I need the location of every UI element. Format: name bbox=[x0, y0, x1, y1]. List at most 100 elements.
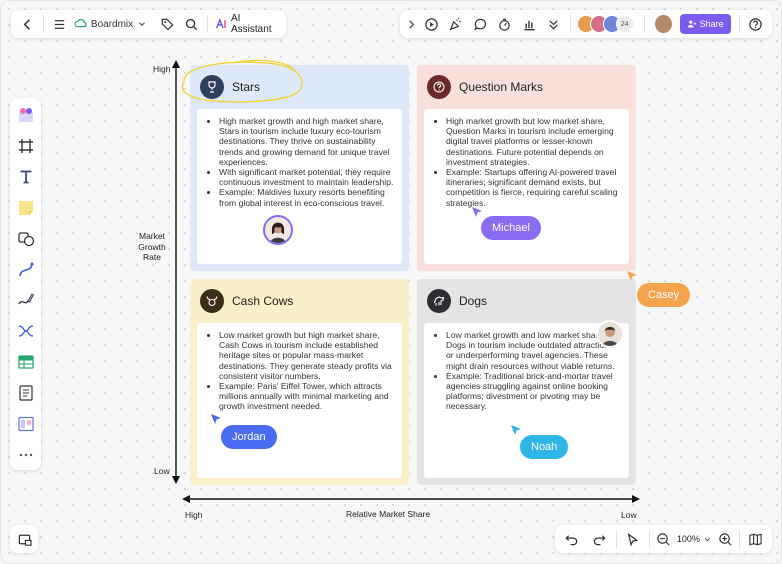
top-left-toolbar: Boardmix AI Assistant bbox=[11, 10, 286, 38]
collapse-chevron-icon[interactable] bbox=[404, 11, 419, 37]
list-item: Example: Maldives luxury resorts benefit… bbox=[219, 187, 394, 207]
pen-icon[interactable] bbox=[13, 288, 39, 313]
list-item: Example: Paris' Eiffel Tower, which attr… bbox=[219, 381, 394, 412]
cursor-label-michael: Michael bbox=[481, 216, 541, 240]
minimap-icon[interactable] bbox=[11, 526, 37, 552]
table-icon[interactable] bbox=[13, 350, 39, 375]
connector-icon[interactable] bbox=[13, 257, 39, 282]
quadrant-text-card[interactable]: Low market growth but high market share,… bbox=[197, 323, 402, 478]
quadrant-text-card[interactable]: High market growth but low market share,… bbox=[424, 109, 629, 264]
more-icon[interactable] bbox=[13, 442, 39, 467]
help-icon[interactable] bbox=[743, 11, 767, 37]
x-axis-low-label: Low bbox=[621, 510, 637, 520]
jordan-cursor-icon bbox=[211, 414, 221, 424]
back-chevron-icon[interactable] bbox=[15, 11, 39, 37]
quadrant-header: Dogs bbox=[427, 289, 487, 313]
list-item: Example: Startups offering AI-powered tr… bbox=[446, 167, 621, 208]
dog-icon bbox=[427, 289, 451, 313]
list-item: With significant market potential, they … bbox=[219, 167, 394, 187]
brand-switcher[interactable]: Boardmix bbox=[74, 11, 147, 37]
y-axis-arrow bbox=[172, 60, 180, 484]
top-right-toolbar: 24 Share bbox=[400, 10, 772, 38]
casey-cursor-icon bbox=[627, 271, 637, 281]
y-axis-title-line: Rate bbox=[143, 252, 161, 262]
chevron-down-icon bbox=[139, 22, 146, 26]
divider bbox=[615, 530, 617, 548]
frame-icon[interactable] bbox=[13, 134, 39, 159]
collaborator-avatars[interactable]: 24 bbox=[576, 15, 634, 33]
kanban-icon[interactable] bbox=[13, 411, 39, 436]
timer-icon[interactable] bbox=[492, 11, 516, 37]
celebrate-icon[interactable] bbox=[444, 11, 468, 37]
list-item: High market growth but low market share,… bbox=[446, 116, 621, 167]
document-icon[interactable] bbox=[13, 380, 39, 405]
divider bbox=[738, 530, 740, 548]
divider bbox=[738, 15, 740, 33]
bottom-right-toolbar: 100% bbox=[555, 525, 772, 553]
text-icon[interactable] bbox=[13, 165, 39, 190]
quadrant-header: Cash Cows bbox=[200, 289, 293, 313]
avatar[interactable] bbox=[654, 15, 672, 33]
x-axis-arrow bbox=[182, 495, 640, 503]
quadrant-text-card[interactable]: High market growth and high market share… bbox=[197, 109, 402, 264]
comment-icon[interactable] bbox=[468, 11, 492, 37]
map-icon[interactable] bbox=[744, 526, 768, 552]
cursor-label-casey: Casey bbox=[637, 283, 691, 307]
quadrant-question-marks[interactable]: Question Marks High market growth but lo… bbox=[417, 65, 636, 271]
ai-assistant-button[interactable]: AI Assistant bbox=[212, 11, 282, 37]
ai-logo-icon bbox=[216, 18, 226, 29]
sticky-note-icon[interactable] bbox=[13, 195, 39, 220]
question-icon bbox=[427, 75, 451, 99]
list-item: Low market growth but high market share,… bbox=[219, 330, 394, 381]
y-axis-high-label: High bbox=[153, 64, 171, 74]
cursor-label-noah: Noah bbox=[520, 435, 569, 459]
zoom-level[interactable]: 100% bbox=[677, 534, 712, 544]
mind-map-icon[interactable] bbox=[13, 319, 39, 344]
shape-icon[interactable] bbox=[13, 226, 39, 251]
divider bbox=[643, 15, 645, 33]
collaborator-count: 24 bbox=[615, 15, 634, 33]
ai-assistant-label: AI Assistant bbox=[230, 13, 272, 35]
tag-icon[interactable] bbox=[155, 11, 179, 37]
avatar[interactable] bbox=[596, 320, 624, 348]
x-axis-high-label: High bbox=[185, 510, 203, 520]
highlight-ellipse bbox=[181, 59, 303, 103]
zoom-in-icon[interactable] bbox=[716, 526, 735, 552]
undo-icon[interactable] bbox=[559, 526, 583, 552]
add-user-icon bbox=[687, 20, 696, 28]
divider bbox=[43, 15, 44, 33]
noah-cursor-icon bbox=[511, 425, 521, 435]
x-axis-title: Relative Market Share bbox=[346, 509, 431, 519]
zoom-value: 100% bbox=[676, 534, 700, 544]
list-item: Low market growth and low market share, … bbox=[446, 330, 621, 371]
share-button[interactable]: Share bbox=[679, 14, 731, 34]
expand-more-icon[interactable] bbox=[541, 11, 565, 37]
chart-icon[interactable] bbox=[517, 11, 541, 37]
quadrant-title: Dogs bbox=[459, 294, 488, 308]
list-item: High market growth and high market share… bbox=[219, 116, 394, 167]
y-axis-low-label: Low bbox=[154, 466, 170, 476]
y-axis-title: Market Growth Rate bbox=[133, 231, 171, 263]
quadrant-header: Question Marks bbox=[427, 75, 543, 99]
left-toolbar bbox=[10, 98, 41, 470]
divider bbox=[649, 530, 651, 548]
cloud-logo-icon bbox=[74, 18, 87, 28]
list-item: Example: Traditional brick-and-mortar tr… bbox=[446, 371, 621, 412]
cursor-label-jordan: Jordan bbox=[221, 425, 277, 449]
quadrant-title: Question Marks bbox=[459, 80, 544, 94]
search-icon[interactable] bbox=[179, 11, 203, 37]
select-cursor-icon[interactable] bbox=[621, 526, 645, 552]
divider bbox=[569, 15, 571, 33]
quadrant-cash-cows[interactable]: Cash Cows Low market growth but high mar… bbox=[190, 279, 409, 485]
cow-icon bbox=[200, 289, 224, 313]
michael-cursor-icon bbox=[472, 207, 482, 217]
y-axis-title-line: Market bbox=[139, 231, 165, 241]
template-icon[interactable] bbox=[13, 103, 39, 128]
brand-name: Boardmix bbox=[90, 18, 134, 30]
menu-icon[interactable] bbox=[48, 11, 72, 37]
y-axis-title-line: Growth bbox=[138, 241, 166, 252]
zoom-out-icon[interactable] bbox=[654, 526, 673, 552]
redo-icon[interactable] bbox=[587, 526, 611, 552]
avatar[interactable] bbox=[263, 215, 293, 245]
play-icon[interactable] bbox=[419, 11, 443, 37]
